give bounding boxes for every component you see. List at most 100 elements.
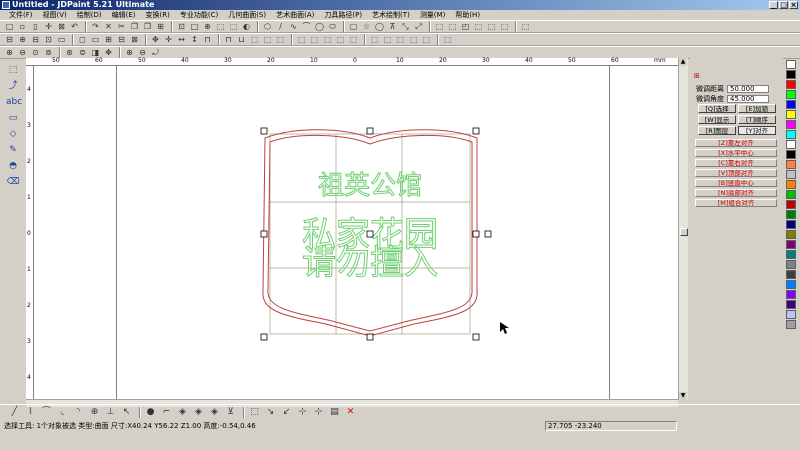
toolbar-button-icon[interactable]: ⤾ [150, 47, 161, 58]
toolbar-button-icon[interactable]: ⊕ [124, 47, 135, 58]
align-option-button[interactable]: [N]底部对齐 [695, 189, 777, 197]
nudge-angle-input[interactable]: 45.000 [727, 95, 769, 103]
bottom-tool-icon[interactable]: ⊹ [296, 406, 309, 418]
menu-item[interactable]: 刀具路径(P) [319, 10, 367, 20]
toolbar-button-icon[interactable]: ◻ [77, 34, 88, 45]
layer-button[interactable]: [R]图层 [698, 126, 736, 135]
toolbar-button-icon[interactable]: ◯ [374, 21, 385, 32]
toolbar-button-icon[interactable]: ⬚ [369, 34, 380, 45]
color-swatch[interactable] [786, 70, 796, 79]
toolbar-button-icon[interactable]: ↶ [69, 21, 80, 32]
toolbar-button-icon[interactable]: ✥ [103, 47, 114, 58]
toolbar-button-icon[interactable]: □ [4, 21, 15, 32]
toolbar-button-icon[interactable]: ⬚ [322, 34, 333, 45]
toolbar-button-icon[interactable]: ⊓ [202, 34, 213, 45]
toolbar-button-icon[interactable]: ▭ [90, 34, 101, 45]
toolbar-button-icon[interactable]: ☆ [361, 21, 372, 32]
toolbar-button-icon[interactable]: ⬚ [442, 34, 453, 45]
toolbar-button-icon[interactable]: ⬚ [395, 34, 406, 45]
toolbar-button-icon[interactable]: ⊖ [17, 47, 28, 58]
bottom-tool-icon[interactable]: ⌒ [40, 406, 53, 418]
toolbar-button-icon[interactable]: ⬚ [296, 34, 307, 45]
bottom-tool-icon[interactable]: ◟ [56, 406, 69, 418]
color-swatch[interactable] [786, 100, 796, 109]
vertical-scroll-thumb[interactable] [680, 228, 688, 236]
color-swatch[interactable] [786, 320, 796, 329]
vertical-scrollbar[interactable]: ▲ ▼ [678, 58, 688, 400]
show-button[interactable]: [W]显示 [698, 115, 736, 124]
toolbar-button-icon[interactable]: ▯ [30, 21, 41, 32]
color-swatch[interactable] [786, 250, 796, 259]
toolbar-button-icon[interactable]: ⬚ [382, 34, 393, 45]
toolbar-button-icon[interactable]: ⊙ [30, 47, 41, 58]
handle-middle-right[interactable] [472, 230, 480, 238]
align-option-button[interactable]: [M]组合对齐 [695, 199, 777, 207]
bottom-tool-icon[interactable]: ⌇ [24, 406, 37, 418]
toolbar-button-icon[interactable]: ▫ [17, 21, 28, 32]
bottom-tool-icon[interactable]: ↖ [120, 406, 133, 418]
bottom-tool-icon[interactable]: ⊻ [224, 406, 237, 418]
maximize-button[interactable]: □ [779, 1, 788, 9]
bottom-tool-icon[interactable]: ⬚ [248, 406, 261, 418]
color-swatch[interactable] [786, 150, 796, 159]
toolbar-button-icon[interactable]: ⬚ [215, 21, 226, 32]
close-button[interactable]: × [789, 1, 798, 9]
toolbar-button-icon[interactable]: ⊟ [4, 34, 15, 45]
color-swatch[interactable] [786, 90, 796, 99]
toolbar-button-icon[interactable]: ⊕ [17, 34, 28, 45]
menu-item[interactable]: 艺术绘制(T) [367, 10, 415, 20]
toolbar-button-icon[interactable]: ▭ [56, 34, 67, 45]
bottom-tool-icon[interactable]: ↘ [264, 406, 277, 418]
toolbar-button-icon[interactable]: ⬚ [408, 34, 419, 45]
toolbar-button-icon[interactable]: ⤡ [400, 21, 411, 32]
bottom-tool-icon[interactable]: ◈ [176, 406, 189, 418]
color-swatch[interactable] [786, 270, 796, 279]
bottom-tool-icon[interactable]: ● [144, 406, 157, 418]
handle-middle-left[interactable] [260, 230, 268, 238]
toolbar-button-icon[interactable]: ⊛ [64, 47, 75, 58]
menu-item[interactable]: 文件(F) [4, 10, 38, 20]
toolbar-button-icon[interactable]: ⬚ [447, 21, 458, 32]
align-option-button[interactable]: [C]靠右对齐 [695, 159, 777, 167]
toolbar-button-icon[interactable]: ⬚ [249, 34, 260, 45]
color-swatch[interactable] [786, 200, 796, 209]
toolbar-button-icon[interactable]: ⊠ [56, 21, 67, 32]
toolbar-button-icon[interactable]: ⬚ [520, 21, 531, 32]
toolbar-button-icon[interactable]: ⤢ [413, 21, 424, 32]
menu-item[interactable]: 测量(M) [415, 10, 451, 20]
design-artwork[interactable]: 祖英公馆 私家花园 请勿擅入 [34, 66, 678, 400]
toolbar-button-icon[interactable]: ⬚ [275, 34, 286, 45]
toolbar-button-icon[interactable]: ⬚ [262, 34, 273, 45]
toolbar-button-icon[interactable]: / [275, 21, 286, 32]
drawing-canvas[interactable]: 祖英公馆 私家花园 请勿擅入 [34, 66, 678, 400]
menu-item[interactable]: 变换(R) [141, 10, 175, 20]
menu-item[interactable]: 几何曲面(S) [223, 10, 271, 20]
select-tool-icon[interactable]: ⬚ [6, 64, 20, 76]
handle-extra[interactable] [484, 230, 492, 238]
bottom-tool-icon[interactable]: ⊕ [88, 406, 101, 418]
toolbar-button-icon[interactable]: ✛ [43, 21, 54, 32]
menu-item[interactable]: 帮助(H) [450, 10, 485, 20]
toolbar-button-icon[interactable]: ✥ [150, 34, 161, 45]
bottom-tool-icon[interactable]: ✕ [344, 406, 357, 418]
color-swatch[interactable] [786, 230, 796, 239]
align-option-button[interactable]: [B]竖直中心 [695, 179, 777, 187]
handle-bottom-left[interactable] [260, 333, 268, 341]
color-swatch[interactable] [786, 240, 796, 249]
menu-item[interactable]: 专业功能(C) [175, 10, 223, 20]
bottom-tool-icon[interactable]: ◝ [72, 406, 85, 418]
toolbar-button-icon[interactable]: ✂ [116, 21, 127, 32]
toolbar-button-icon[interactable]: ⊡ [176, 21, 187, 32]
toolbar-button-icon[interactable]: ⬭ [327, 21, 338, 32]
toolbar-button-icon[interactable]: ⬚ [228, 21, 239, 32]
toolbar-button-icon[interactable]: ⬚ [486, 21, 497, 32]
toolbar-button-icon[interactable]: ⬚ [309, 34, 320, 45]
toolbar-button-icon[interactable]: ◯ [314, 21, 325, 32]
toolbar-button-icon[interactable]: ⬚ [473, 21, 484, 32]
color-swatch[interactable] [786, 260, 796, 269]
toolbar-button-icon[interactable]: ✛ [163, 34, 174, 45]
color-swatch[interactable] [786, 190, 796, 199]
color-swatch[interactable] [786, 280, 796, 289]
toolbar-button-icon[interactable]: ⬚ [421, 34, 432, 45]
panel-tab-icon[interactable]: ⊞ [694, 72, 704, 80]
